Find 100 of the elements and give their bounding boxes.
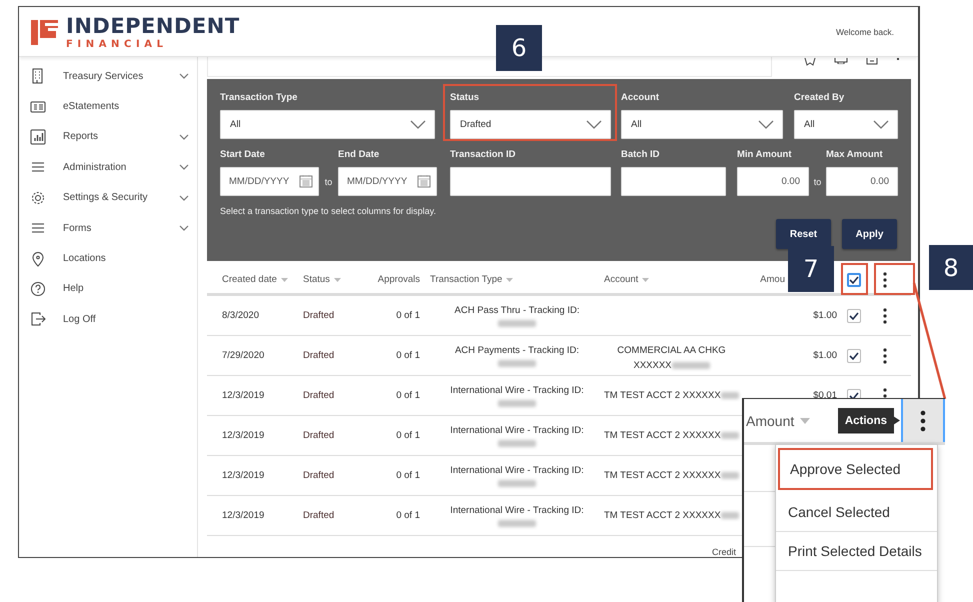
sidebar-item[interactable]: Log Off: [19, 304, 197, 335]
sidebar-item[interactable]: eStatements: [19, 91, 197, 122]
menu-item[interactable]: Print Selected Details: [776, 532, 937, 571]
table-cell: TM TEST ACCT 2 XXXXXX: [604, 390, 721, 401]
table-cell-text: 0 of 1: [395, 470, 420, 481]
field-label: Max Amount: [826, 149, 884, 162]
kebab-menu-icon[interactable]: [883, 348, 887, 364]
dropdown[interactable]: All: [220, 110, 435, 139]
reset-button[interactable]: Reset: [776, 219, 831, 249]
table-cell: International Wire - Tracking ID:: [450, 505, 584, 516]
table-cell-text: 12/3/2019: [221, 390, 266, 401]
field-label: End Date: [338, 149, 380, 162]
table-cell-text: 0 of 1: [395, 310, 420, 321]
table-cell-text: 7/29/2020: [221, 350, 266, 361]
amount-field[interactable]: 0.00: [826, 167, 898, 196]
brand-name: INDEPENDENT: [66, 14, 240, 38]
column-header[interactable]: Amount: [746, 412, 794, 428]
column-header[interactable]: Status: [303, 274, 330, 285]
date-field[interactable]: MM/DD/YYYY: [338, 167, 437, 196]
calendar-icon[interactable]: [299, 174, 313, 188]
redacted-text: [720, 392, 739, 399]
redacted-text: [498, 480, 536, 487]
checkbox[interactable]: [847, 348, 861, 362]
column-header[interactable]: Created date: [222, 274, 277, 285]
table-cell-text: Drafted: [303, 510, 336, 521]
table-cell: TM TEST ACCT 2 XXXXXX: [604, 510, 721, 521]
redacted-text: [498, 360, 536, 367]
table-cell: $0.01: [813, 390, 837, 401]
table-cell-text: 0 of 1: [395, 430, 420, 441]
checkbox[interactable]: [847, 308, 861, 322]
sidebar-item[interactable]: Treasury Services: [19, 61, 197, 92]
kebab-menu-icon[interactable]: [883, 272, 887, 288]
redacted-text: [498, 440, 536, 447]
sidebar-item[interactable]: Administration: [19, 152, 197, 183]
text-field[interactable]: [621, 167, 726, 196]
sidebar-item[interactable]: Help: [19, 274, 197, 304]
dropdown[interactable]: All: [621, 110, 783, 139]
column-header[interactable]: Transaction Type: [430, 274, 502, 285]
redacted-text: [720, 472, 739, 479]
table-cell-text: 8/3/2020: [221, 310, 260, 321]
date-field[interactable]: MM/DD/YYYY: [220, 167, 319, 196]
help-icon: [30, 280, 46, 297]
location-pin-icon: [30, 250, 46, 267]
sidebar-item[interactable]: Reports: [19, 122, 197, 152]
text-field[interactable]: [450, 167, 611, 196]
column-header[interactable]: Approvals: [378, 274, 420, 285]
redacted-text: [720, 512, 739, 519]
sidebar-item[interactable]: Forms: [19, 212, 197, 244]
logo-mark-icon: [31, 18, 58, 45]
step-number-badge: 7: [788, 246, 834, 292]
table-cell-text: 12/3/2019: [221, 510, 266, 521]
table-cell: $1.00: [813, 310, 837, 321]
table-cell: XXXXXX: [633, 360, 672, 371]
dropdown[interactable]: All: [794, 110, 898, 139]
column-header[interactable]: Amou: [760, 274, 785, 285]
table-cell: International Wire - Tracking ID:: [450, 385, 584, 396]
table-cell-text: 12/3/2019: [221, 430, 266, 441]
menu-item[interactable]: Approve Selected: [778, 448, 933, 490]
apply-button[interactable]: Apply: [842, 219, 897, 249]
tooltip: Actions: [838, 408, 900, 434]
field-label: Transaction Type: [220, 92, 298, 105]
table-cell-text: 0 of 1: [395, 390, 420, 401]
field-label: Transaction ID: [450, 149, 516, 162]
calendar-icon[interactable]: [417, 174, 431, 188]
actions-button[interactable]: [901, 399, 945, 442]
table-cell-text: 0 of 1: [395, 510, 420, 521]
kebab-menu-icon[interactable]: [883, 308, 887, 324]
hint-text: Select a transaction type to select columns for display.: [220, 206, 436, 218]
chevron-down-icon: [410, 120, 426, 129]
download-icon[interactable]: [866, 58, 878, 65]
printer-icon[interactable]: [834, 58, 848, 64]
table-cell: TM TEST ACCT 2 XXXXXX: [604, 430, 721, 441]
sidebar-item[interactable]: Settings & Security: [19, 182, 197, 213]
checkmark-icon: [849, 276, 859, 284]
sidebar-item[interactable]: Locations: [19, 243, 197, 274]
field-label: Min Amount: [737, 149, 793, 162]
table-cell: ACH Payments - Tracking ID:: [454, 345, 580, 356]
redacted-text: [720, 432, 739, 439]
field-label: Account: [621, 92, 660, 105]
column-header[interactable]: Account: [604, 274, 638, 285]
range-separator-text: to: [812, 176, 822, 186]
table-cell: COMMERCIAL AA CHKG: [617, 345, 726, 356]
logout-icon: [30, 311, 46, 328]
welcome-text: Welcome back.: [836, 26, 894, 36]
field-label: Start Date: [220, 149, 266, 162]
table-cell-text: Drafted: [303, 310, 336, 321]
step-number-badge: 6: [496, 25, 542, 71]
kebab-menu-icon: [920, 410, 926, 432]
column-header[interactable]: Credit: [712, 547, 736, 557]
table-cell-text: Drafted: [303, 470, 336, 481]
field-label: Created By: [794, 92, 846, 105]
table-cell-text: Drafted: [303, 430, 336, 441]
checkbox[interactable]: [847, 272, 861, 286]
dropdown[interactable]: Drafted: [450, 110, 611, 139]
checkmark-icon: [849, 312, 859, 320]
field-label: Batch ID: [621, 149, 661, 162]
table-cell: ACH Pass Thru - Tracking ID:: [454, 305, 580, 316]
bar-chart-icon: [30, 128, 46, 145]
menu-item[interactable]: Cancel Selected: [776, 493, 937, 532]
amount-field[interactable]: 0.00: [737, 167, 809, 196]
